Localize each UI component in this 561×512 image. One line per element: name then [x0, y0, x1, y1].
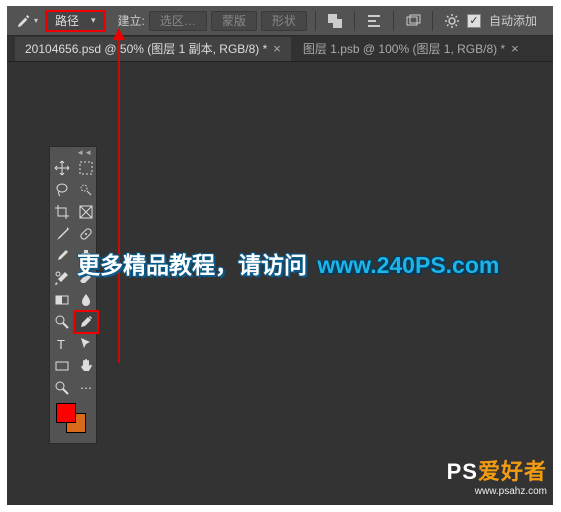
- overlay-part2: www.240PS.com: [317, 252, 499, 278]
- rectangle-tool[interactable]: [50, 355, 74, 377]
- separator: [315, 11, 316, 31]
- type-tool[interactable]: T: [50, 333, 74, 355]
- close-icon[interactable]: ×: [273, 41, 281, 56]
- quick-select-tool[interactable]: [74, 179, 98, 201]
- pen-tool[interactable]: [74, 311, 98, 333]
- watermark-url: www.psahz.com: [447, 486, 547, 497]
- panel-collapse-icon[interactable]: ◄◄: [50, 147, 96, 157]
- overlay-text: 更多精品教程，请访问 www.240PS.com: [77, 246, 499, 280]
- separator: [432, 11, 433, 31]
- history-brush-tool[interactable]: [50, 267, 74, 289]
- dodge-tool[interactable]: [50, 311, 74, 333]
- watermark-logo-2: 爱好者: [478, 459, 547, 484]
- overlay-part1: 更多精品教程，请访问: [77, 252, 307, 278]
- tab-label: 20104656.psd @ 50% (图层 1 副本, RGB/8) *: [25, 40, 267, 57]
- mode-dropdown[interactable]: 路径 ▾: [45, 10, 106, 32]
- edit-toolbar[interactable]: ⋯: [74, 377, 98, 399]
- marquee-tool[interactable]: [74, 157, 98, 179]
- mask-button[interactable]: 蒙版: [211, 11, 257, 31]
- options-bar: ▾ 路径 ▾ 建立: 选区… 蒙版 形状 ✓ 自动添加: [7, 6, 553, 36]
- move-tool[interactable]: [50, 157, 74, 179]
- document-tabs: 20104656.psd @ 50% (图层 1 副本, RGB/8) * × …: [7, 36, 553, 62]
- path-select-tool[interactable]: [74, 333, 98, 355]
- selection-button[interactable]: 选区…: [149, 11, 207, 31]
- tab-document-2[interactable]: 图层 1.psb @ 100% (图层 1, RGB/8) * ×: [293, 37, 529, 61]
- gradient-tool[interactable]: [50, 289, 74, 311]
- svg-text:T: T: [57, 337, 65, 352]
- chevron-down-icon: ▾: [91, 15, 96, 26]
- gear-icon[interactable]: [441, 10, 463, 32]
- separator: [354, 11, 355, 31]
- blur-tool[interactable]: [74, 289, 98, 311]
- crop-tool[interactable]: [50, 201, 74, 223]
- tab-label: 图层 1.psb @ 100% (图层 1, RGB/8) *: [303, 40, 505, 57]
- mode-dropdown-label: 路径: [55, 12, 79, 29]
- auto-add-label: 自动添加: [489, 12, 537, 29]
- watermark: PS爱好者 www.psahz.com: [447, 454, 547, 497]
- auto-add-checkbox[interactable]: ✓: [467, 14, 481, 28]
- close-icon[interactable]: ×: [511, 41, 519, 56]
- path-op-combine-icon[interactable]: [324, 10, 346, 32]
- foreground-swatch[interactable]: [56, 403, 76, 423]
- lasso-tool[interactable]: [50, 179, 74, 201]
- healing-tool[interactable]: [74, 223, 98, 245]
- color-swatches[interactable]: [50, 399, 96, 443]
- tab-document-1[interactable]: 20104656.psd @ 50% (图层 1 副本, RGB/8) * ×: [15, 37, 291, 61]
- watermark-logo-1: PS: [447, 459, 478, 484]
- align-icon[interactable]: [363, 10, 385, 32]
- shape-button[interactable]: 形状: [261, 11, 307, 31]
- pen-tool-indicator[interactable]: ▾: [13, 10, 41, 32]
- eyedropper-tool[interactable]: [50, 223, 74, 245]
- build-label: 建立:: [118, 12, 145, 29]
- hand-tool[interactable]: [74, 355, 98, 377]
- arrange-icon[interactable]: [402, 10, 424, 32]
- app-window: ▾ 路径 ▾ 建立: 选区… 蒙版 形状 ✓ 自动添加 20104656.psd…: [7, 6, 553, 505]
- zoom-tool[interactable]: [50, 377, 74, 399]
- brush-tool[interactable]: [50, 245, 74, 267]
- frame-tool[interactable]: [74, 201, 98, 223]
- separator: [393, 11, 394, 31]
- tools-panel: ◄◄ T ⋯: [49, 146, 97, 444]
